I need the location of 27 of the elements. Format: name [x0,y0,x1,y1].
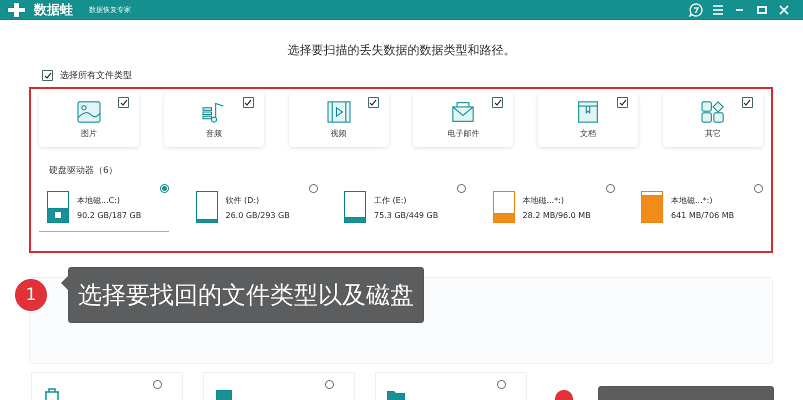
file-type-card[interactable]: 图片 [39,92,139,147]
tooltip-text: 选择要找回的文件类型以及磁盘 [68,267,424,323]
drive-usage: 641 MB/706 MB [671,210,734,220]
page-heading: 选择要扫描的丢失数据的数据类型和路径。 [286,42,516,59]
section-title: 硬盘驱动器（6） [49,164,119,177]
checkbox-label: 选择所有文件类型 [60,70,132,82]
drive-item[interactable]: 本地磁...C:) 90.2 GB/187 GB [39,183,169,232]
drive-name: 工作 (E:) [374,194,408,206]
drive-item[interactable]: 工作 (E:) 75.3 GB/449 GB [336,183,466,232]
drive-item[interactable]: 软件 (D:) 26.0 GB/293 GB [188,183,318,232]
file-type-card[interactable]: 文档 [538,92,638,147]
file-type-card[interactable]: 电子邮件 [413,92,514,147]
drive-name: 软件 (D:) [226,194,260,206]
drive-name: 本地磁...C:) [77,194,122,206]
drive-item[interactable]: 本地磁...*:) 641 MB/706 MB [633,183,763,232]
drive-usage: 75.3 GB/449 GB [374,210,438,220]
drive-usage: 26.0 GB/293 GB [226,210,290,220]
drive-item[interactable]: 本地磁...*:) 28.2 MB/96.0 MB [484,183,614,232]
step-number-badge: 1 [14,278,48,312]
drive-usage: 90.2 GB/187 GB [77,210,142,220]
drive-usage: 28.2 MB/96.0 MB [522,210,591,220]
drive-name: 本地磁...*:) [671,194,714,206]
file-type-card[interactable]: 视频 [288,92,389,147]
file-type-card[interactable]: 音频 [164,92,264,147]
drive-name: 本地磁...*:) [522,194,565,206]
file-type-card[interactable]: 其它 [662,92,763,147]
app-name: 数据蛙 [34,2,73,19]
